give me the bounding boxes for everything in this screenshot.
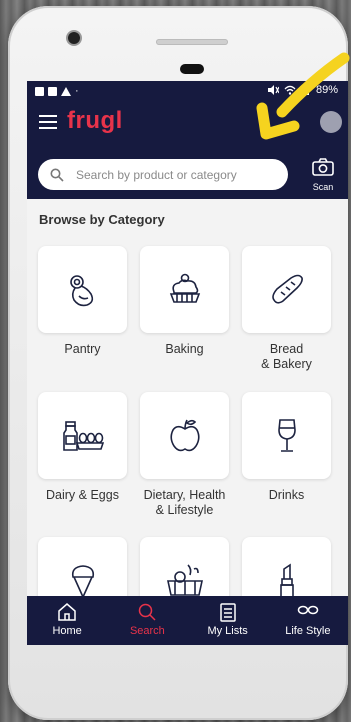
earpiece-speaker: [180, 64, 204, 74]
apple-icon: [169, 419, 200, 451]
search-placeholder: Search by product or category: [76, 167, 237, 182]
camera-icon: [312, 158, 334, 176]
category-baking[interactable]: Baking: [140, 246, 229, 357]
category-dietary-health-lifestyle[interactable]: Dietary, Health & Lifestyle: [140, 392, 229, 518]
status-right: 89%: [267, 84, 338, 96]
category-dairy-eggs[interactable]: Dairy & Eggs: [38, 392, 127, 503]
category-bread-bakery[interactable]: Bread & Bakery: [242, 246, 331, 372]
category-tile: [140, 246, 229, 333]
wifi-icon: [284, 85, 296, 95]
menu-icon[interactable]: [39, 115, 57, 129]
mute-icon: [267, 85, 279, 95]
category-tile: [38, 246, 127, 333]
nav-home-label: Home: [52, 625, 82, 637]
wine-glass-icon: [277, 418, 296, 452]
nav-search-label: Search: [129, 625, 165, 637]
bread-icon: [271, 274, 303, 304]
vegetables-basket-icon: [166, 563, 203, 596]
warning-icon: [61, 86, 71, 96]
search-input[interactable]: Search by product or category: [38, 159, 288, 190]
category-drinks[interactable]: Drinks: [242, 392, 331, 503]
frugl-logo: frugl: [67, 107, 123, 134]
search-icon: [139, 603, 156, 621]
signal-icon: [300, 87, 309, 95]
nav-my-lists-label: My Lists: [207, 625, 248, 637]
avatar[interactable]: [320, 111, 342, 133]
lipstick-icon: [279, 563, 294, 598]
pacifier-icon: [69, 274, 93, 306]
nav-life-style-label: Life Style: [285, 625, 331, 637]
scan-button[interactable]: Scan: [308, 158, 338, 192]
phone-slot: [156, 39, 228, 45]
bottom-nav: Home Search My Lists Life Style: [27, 596, 348, 645]
dairy-eggs-icon: [62, 420, 104, 451]
category-tile: [242, 392, 331, 479]
category-label: Baking: [165, 342, 204, 356]
category-label: Pantry: [64, 342, 101, 356]
list-icon: [219, 603, 236, 622]
category-tile: [140, 392, 229, 479]
front-camera: [68, 32, 80, 44]
nav-home[interactable]: Home: [27, 596, 107, 645]
app-bar: frugl: [27, 103, 348, 147]
header: · 89% frugl Search by product or categor…: [27, 81, 348, 199]
category-tile: [38, 392, 127, 479]
category-tile: [242, 246, 331, 333]
search-row: Search by product or category Scan: [27, 155, 348, 195]
browse-title: Browse by Category: [39, 212, 165, 227]
status-left: ·: [35, 85, 79, 97]
search-icon: [50, 168, 64, 182]
glasses-icon: [297, 605, 319, 615]
battery-text: 89%: [315, 84, 338, 96]
nav-life-style[interactable]: Life Style: [268, 596, 348, 645]
status-bar: · 89%: [27, 81, 348, 103]
category-pantry[interactable]: Pantry: [38, 246, 127, 357]
category-label: Dairy & Eggs: [46, 488, 119, 502]
dot-icon: ·: [75, 85, 79, 97]
category-label: Bread & Bakery: [261, 342, 312, 371]
home-icon: [58, 603, 76, 621]
scan-label: Scan: [312, 182, 334, 192]
app-screen: · 89% frugl Search by product or categor…: [27, 81, 348, 645]
category-label: Dietary, Health & Lifestyle: [143, 488, 226, 517]
nav-search[interactable]: Search: [107, 596, 187, 645]
ice-cream-icon: [71, 564, 94, 599]
nav-my-lists[interactable]: My Lists: [188, 596, 268, 645]
cupcake-icon: [169, 273, 200, 303]
notification-icon: [35, 86, 44, 96]
notification-icon: [48, 86, 57, 96]
category-label: Drinks: [268, 488, 305, 502]
